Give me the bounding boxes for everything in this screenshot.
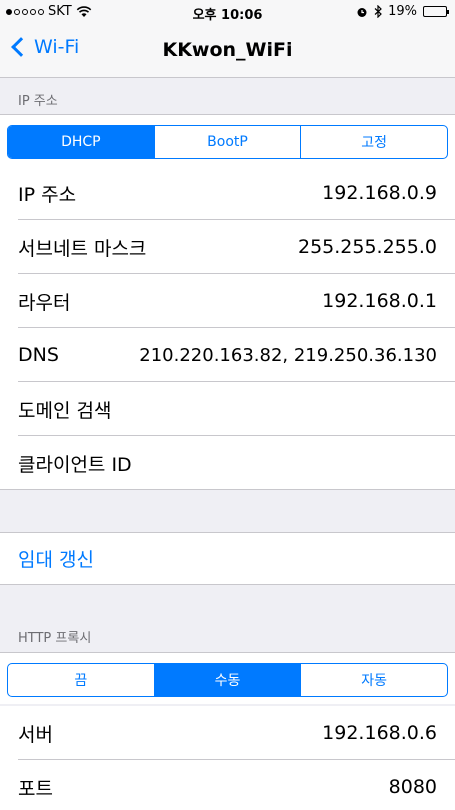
row-value: 192.168.0.1: [322, 290, 437, 312]
row-value[interactable]: 8080: [389, 776, 437, 798]
proxy-port-row[interactable]: 포트 8080: [0, 760, 455, 810]
row-value: 255.255.255.0: [297, 236, 437, 258]
dns-row: DNS 210.220.163.82, 219.250.36.130: [0, 328, 455, 382]
ip-mode-segmented-control: DHCP BootP 고정: [7, 125, 448, 159]
ip-section-header: IP 주소: [18, 94, 58, 109]
proxy-server-row[interactable]: 서버 192.168.0.6: [0, 706, 455, 760]
ip-details-list: IP 주소 192.168.0.9 서브네트 마스크 255.255.255.0…: [0, 166, 455, 490]
subnet-mask-row: 서브네트 마스크 255.255.255.0: [0, 220, 455, 274]
status-right: 19%: [356, 4, 449, 19]
search-domains-row: 도메인 검색: [0, 382, 455, 436]
proxy-mode-segment-container: 끔 수동 자동: [0, 652, 455, 704]
bluetooth-icon: [374, 5, 382, 18]
battery-percent: 19%: [388, 4, 417, 19]
segment-off[interactable]: 끔: [8, 664, 155, 696]
proxy-section-header: HTTP 프록시: [18, 631, 92, 646]
proxy-mode-segmented-control: 끔 수동 자동: [7, 663, 448, 697]
row-value[interactable]: 192.168.0.6: [322, 722, 437, 744]
client-id-row: 클라이언트 ID: [0, 436, 455, 490]
row-value: 210.220.163.82, 219.250.36.130: [139, 344, 437, 366]
ip-address-row: IP 주소 192.168.0.9: [0, 166, 455, 220]
status-bar: SKT 오후 10:06 19%: [0, 0, 455, 26]
row-label: 라우터: [18, 291, 71, 314]
battery-icon: [423, 6, 449, 17]
navigation-bar: Wi-Fi KKwon_WiFi: [0, 26, 455, 78]
row-label: 서브네트 마스크: [18, 237, 147, 260]
renew-lease-button[interactable]: 임대 갱신: [0, 532, 455, 585]
row-label: DNS: [18, 344, 59, 366]
row-label: 클라이언트 ID: [18, 453, 132, 476]
segment-auto[interactable]: 자동: [301, 664, 447, 696]
proxy-details-list: 서버 192.168.0.6 포트 8080: [0, 706, 455, 810]
router-row: 라우터 192.168.0.1: [0, 274, 455, 328]
alarm-icon: [357, 7, 367, 17]
segment-bootp[interactable]: BootP: [155, 126, 302, 158]
row-label: 서버: [18, 723, 53, 746]
segment-dhcp[interactable]: DHCP: [8, 126, 155, 158]
row-value: 192.168.0.9: [322, 182, 437, 204]
row-label: IP 주소: [18, 183, 77, 206]
page-title: KKwon_WiFi: [162, 39, 293, 61]
segment-manual[interactable]: 수동: [154, 664, 302, 696]
ip-mode-segment-container: DHCP BootP 고정: [0, 114, 455, 166]
row-label: 포트: [18, 777, 53, 800]
segment-static[interactable]: 고정: [301, 126, 447, 158]
row-label: 도메인 검색: [18, 399, 112, 422]
